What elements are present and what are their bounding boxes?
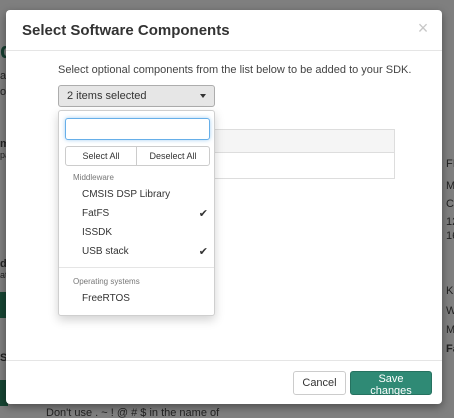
components-dropdown-menu: Select All Deselect All Middleware CMSIS… [58,110,215,316]
check-icon: ✔ [198,208,208,220]
components-table [214,129,395,179]
option-label: FreeRTOS [82,293,130,304]
select-components-modal: Select Software Components × Select opti… [6,10,442,404]
option-label: USB stack [82,246,129,257]
option-label: CMSIS DSP Library [82,189,171,200]
save-changes-button[interactable]: Save changes [350,371,432,397]
group-header-middleware: Middleware [73,173,114,182]
modal-footer: Cancel Save changes [6,360,442,404]
option-freertos[interactable]: FreeRTOS [59,290,214,308]
deselect-all-button[interactable]: Deselect All [136,146,210,166]
select-all-button[interactable]: Select All [65,146,137,166]
close-icon[interactable]: × [414,19,432,37]
caret-down-icon [200,94,206,98]
group-divider [59,267,214,268]
check-icon: ✔ [198,246,208,258]
cancel-button[interactable]: Cancel [293,371,346,395]
components-multiselect-toggle[interactable]: 2 items selected [58,85,215,107]
group-header-operating-systems: Operating systems [73,277,140,286]
option-usb-stack[interactable]: USB stack ✔ [59,243,214,261]
multiselect-toggle-label: 2 items selected [67,90,147,102]
modal-instructions: Select optional components from the list… [58,64,412,76]
modal-title: Select Software Components [22,22,230,39]
option-label: FatFS [82,208,110,219]
option-label: ISSDK [82,227,113,238]
option-cmsis-dsp-library[interactable]: CMSIS DSP Library [59,186,214,204]
option-issdk[interactable]: ISSDK [59,224,214,242]
option-fatfs[interactable]: FatFS ✔ [59,205,214,223]
filter-search-input[interactable] [65,118,210,140]
modal-header: Select Software Components × [6,10,442,51]
